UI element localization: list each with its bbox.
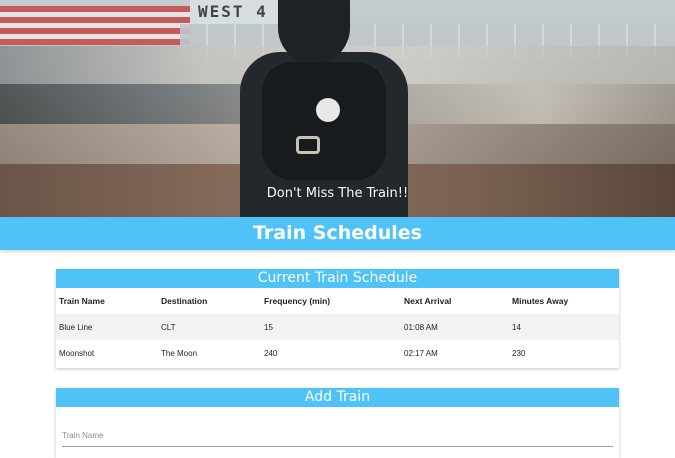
add-train-card-header: Add Train: [56, 388, 619, 407]
cell-destination: CLT: [161, 322, 176, 332]
schedule-card: Current Train Schedule Train Name Destin…: [56, 269, 619, 368]
column-header-destination: Destination: [161, 296, 208, 306]
station-sign: WEST 4: [190, 0, 290, 24]
flag-stripe: [0, 39, 190, 45]
column-header-train-name: Train Name: [59, 296, 105, 306]
schedule-table: Train Name Destination Frequency (min) N…: [56, 288, 619, 366]
table-row: Blue Line CLT 15 01:08 AM 14: [56, 314, 619, 340]
hero-tagline: Don't Miss The Train!!: [266, 186, 409, 201]
column-header-minutes-away: Minutes Away: [512, 296, 569, 306]
cell-minutes-away: 230: [512, 348, 526, 358]
cell-frequency: 15: [264, 322, 273, 332]
cell-train-name: Moonshot: [59, 348, 95, 358]
backpack-buckle: [296, 136, 320, 154]
cell-destination: The Moon: [161, 348, 198, 358]
table-row: Moonshot The Moon 240 02:17 AM 230: [56, 340, 619, 366]
column-header-next-arrival: Next Arrival: [404, 296, 452, 306]
train-name-input[interactable]: [62, 424, 613, 447]
add-train-card: Add Train: [56, 388, 619, 458]
cell-train-name: Blue Line: [59, 322, 93, 332]
cell-minutes-away: 14: [512, 322, 521, 332]
hero-banner: WEST 4 Don't Miss The Train!!: [0, 0, 675, 217]
schedule-card-header: Current Train Schedule: [56, 269, 619, 288]
column-header-frequency: Frequency (min): [264, 296, 331, 306]
cell-next-arrival: 02:17 AM: [404, 348, 438, 358]
cell-frequency: 240: [264, 348, 278, 358]
cell-next-arrival: 01:08 AM: [404, 322, 438, 332]
page-title: Train Schedules: [0, 217, 675, 250]
table-header-row: Train Name Destination Frequency (min) N…: [56, 288, 619, 314]
backpack-badge: [316, 98, 340, 122]
